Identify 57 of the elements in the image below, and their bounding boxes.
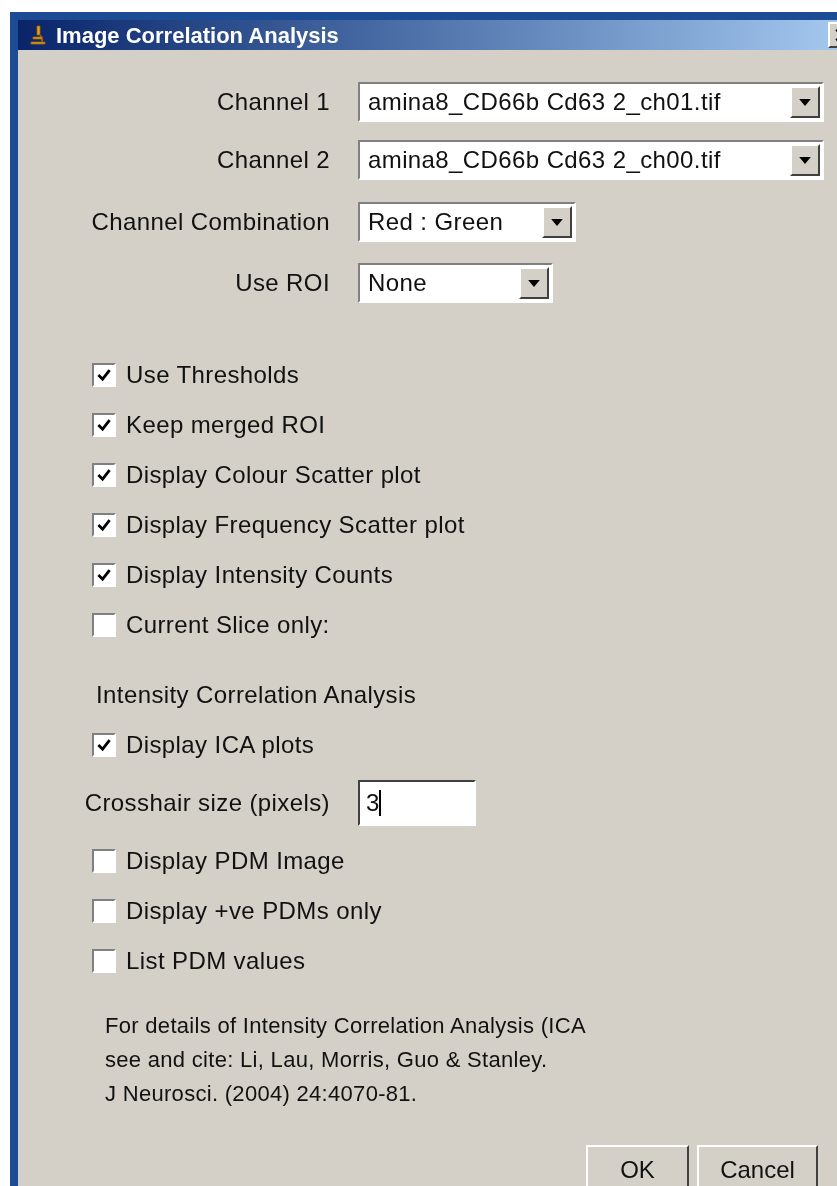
note-line: see and cite: Li, Lau, Morris, Guo & Stanley.	[105, 1045, 548, 1074]
checkbox[interactable]	[92, 413, 116, 437]
check-icon	[97, 368, 111, 382]
checkbox[interactable]	[92, 949, 116, 973]
checkbox-label: Display Frequency Scatter plot	[126, 510, 465, 540]
check-icon	[97, 738, 111, 752]
checkbox[interactable]	[92, 733, 116, 757]
section-heading: Intensity Correlation Analysis	[96, 680, 417, 710]
field-label: Channel 1	[215, 87, 330, 117]
dropdown-arrow-button[interactable]	[790, 86, 820, 118]
dropdown-arrow-button[interactable]	[542, 206, 572, 238]
dropdown[interactable]: None	[358, 263, 553, 303]
checkbox[interactable]	[92, 899, 116, 923]
caret-icon	[799, 156, 811, 164]
note-line: J Neurosci. (2004) 24:4070-81.	[105, 1079, 418, 1108]
field-value: 3	[366, 788, 380, 818]
microscope-icon	[30, 25, 46, 45]
checkbox[interactable]	[92, 563, 116, 587]
checkbox-label: Display +ve PDMs only	[126, 896, 382, 926]
checkbox-label: Current Slice only:	[126, 610, 330, 640]
checkbox-label: Display ICA plots	[126, 730, 315, 760]
dropdown-arrow-button[interactable]	[519, 267, 549, 299]
checkbox[interactable]	[92, 463, 116, 487]
dialog-button[interactable]: OK	[586, 1145, 689, 1186]
checkbox[interactable]	[92, 613, 116, 637]
field-label: Crosshair size (pixels)	[83, 788, 330, 818]
field-label: Use ROI	[234, 268, 330, 298]
dialog-button[interactable]: Cancel	[697, 1145, 818, 1186]
caret-icon	[528, 279, 540, 287]
dropdown-value: None	[367, 268, 428, 298]
check-icon	[97, 418, 111, 432]
dropdown[interactable]: amina8_CD66b Cd63 2_ch01.tif	[358, 82, 824, 122]
checkbox[interactable]	[92, 363, 116, 387]
dropdown-arrow-button[interactable]	[790, 144, 820, 176]
check-icon	[97, 468, 111, 482]
dropdown[interactable]: amina8_CD66b Cd63 2_ch00.tif	[358, 140, 824, 180]
field-label: Channel Combination	[90, 207, 330, 237]
dropdown-value: amina8_CD66b Cd63 2_ch00.tif	[367, 145, 722, 175]
checkbox[interactable]	[92, 513, 116, 537]
note-line: For details of Intensity Correlation Analysis (ICA	[105, 1011, 586, 1040]
checkbox-label: Display Intensity Counts	[126, 560, 394, 590]
checkbox-label: Keep merged ROI	[126, 410, 326, 440]
window-title: Image Correlation Analysis	[56, 21, 339, 50]
text-field[interactable]: 3	[358, 780, 476, 826]
dropdown[interactable]: Red : Green	[358, 202, 576, 242]
check-icon	[97, 518, 111, 532]
check-icon	[97, 568, 111, 582]
checkbox-label: Display PDM Image	[126, 846, 345, 876]
dropdown-value: Red : Green	[367, 207, 505, 237]
caret-icon	[799, 98, 811, 106]
dropdown-value: amina8_CD66b Cd63 2_ch01.tif	[367, 87, 722, 117]
checkbox[interactable]	[92, 849, 116, 873]
checkbox-label: List PDM values	[126, 946, 306, 976]
checkbox-label: Use Thresholds	[126, 360, 300, 390]
caret-icon	[551, 218, 563, 226]
field-label: Channel 2	[215, 145, 330, 175]
checkbox-label: Display Colour Scatter plot	[126, 460, 421, 490]
